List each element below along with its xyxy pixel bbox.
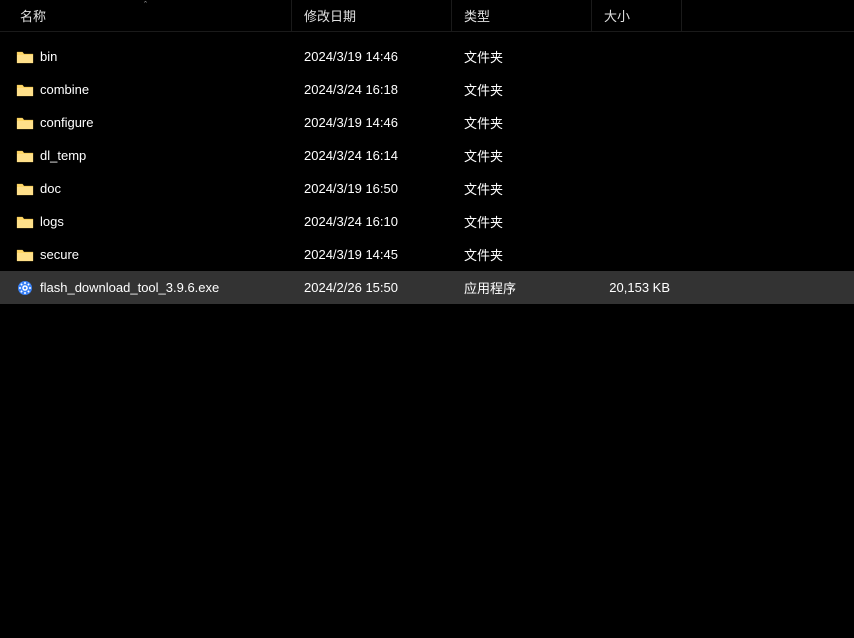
cell-type: 文件夹 <box>452 146 592 165</box>
header-type[interactable]: 类型 <box>452 0 592 31</box>
cell-type: 文件夹 <box>452 212 592 231</box>
file-row[interactable]: configure 2024/3/19 14:46文件夹 <box>0 106 854 139</box>
folder-icon <box>16 115 34 131</box>
file-row[interactable]: logs 2024/3/24 16:10文件夹 <box>0 205 854 238</box>
cell-date: 2024/3/24 16:18 <box>292 82 452 97</box>
cell-type: 文件夹 <box>452 113 592 132</box>
folder-icon <box>16 214 34 230</box>
cell-date: 2024/3/19 14:46 <box>292 49 452 64</box>
folder-icon <box>16 49 34 65</box>
cell-date: 2024/3/19 14:46 <box>292 115 452 130</box>
cell-type: 文件夹 <box>452 80 592 99</box>
file-list: 名称 ˆ 修改日期 类型 大小 bin2024/3/19 14:46文件夹com… <box>0 0 854 304</box>
cell-name: combine <box>16 82 292 98</box>
file-row[interactable]: doc 2024/3/19 16:50文件夹 <box>0 172 854 205</box>
folder-icon <box>16 82 34 98</box>
header-type-label: 类型 <box>464 6 490 25</box>
file-name: logs <box>40 214 64 229</box>
file-name: configure <box>40 115 93 130</box>
file-row[interactable]: flash_download_tool_3.9.6.exe 2024/2/26 1… <box>0 271 854 304</box>
header-date-label: 修改日期 <box>304 6 356 25</box>
cell-date: 2024/3/19 14:45 <box>292 247 452 262</box>
cell-name: configure <box>16 115 292 131</box>
cell-type: 文件夹 <box>452 179 592 198</box>
file-name: doc <box>40 181 61 196</box>
column-headers: 名称 ˆ 修改日期 类型 大小 <box>0 0 854 32</box>
file-name: combine <box>40 82 89 97</box>
cell-date: 2024/3/24 16:10 <box>292 214 452 229</box>
file-name: bin <box>40 49 57 64</box>
cell-type: 应用程序 <box>452 278 592 297</box>
cell-name: logs <box>16 214 292 230</box>
file-name: flash_download_tool_3.9.6.exe <box>40 280 219 295</box>
header-date[interactable]: 修改日期 <box>292 0 452 31</box>
sort-indicator-icon: ˆ <box>144 0 147 10</box>
cell-date: 2024/2/26 15:50 <box>292 280 452 295</box>
file-row[interactable]: dl_temp 2024/3/24 16:14文件夹 <box>0 139 854 172</box>
header-name-label: 名称 <box>20 6 46 25</box>
file-rows: bin2024/3/19 14:46文件夹combine2024/3/24 16… <box>0 40 854 304</box>
cell-name: secure <box>16 247 292 263</box>
cell-name: flash_download_tool_3.9.6.exe <box>16 280 292 296</box>
folder-icon <box>16 247 34 263</box>
header-size-label: 大小 <box>604 6 630 25</box>
folder-icon <box>16 148 34 164</box>
cell-size: 20,153 KB <box>592 280 682 295</box>
cell-name: doc <box>16 181 292 197</box>
cell-date: 2024/3/19 16:50 <box>292 181 452 196</box>
cell-type: 文件夹 <box>452 245 592 264</box>
cell-name: bin <box>16 49 292 65</box>
cell-type: 文件夹 <box>452 47 592 66</box>
file-name: dl_temp <box>40 148 86 163</box>
file-row[interactable]: secure 2024/3/19 14:45文件夹 <box>0 238 854 271</box>
file-row[interactable]: combine 2024/3/24 16:18文件夹 <box>0 73 854 106</box>
header-size[interactable]: 大小 <box>592 0 682 31</box>
gear-icon <box>16 280 34 296</box>
file-row[interactable]: bin 2024/3/19 14:46文件夹 <box>0 40 854 73</box>
cell-name: dl_temp <box>16 148 292 164</box>
header-name[interactable]: 名称 ˆ <box>0 0 292 31</box>
cell-date: 2024/3/24 16:14 <box>292 148 452 163</box>
file-name: secure <box>40 247 79 262</box>
folder-icon <box>16 181 34 197</box>
